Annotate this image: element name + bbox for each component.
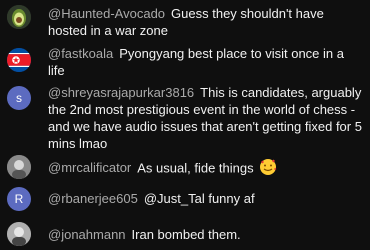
avatar[interactable] <box>7 222 31 246</box>
avocado-icon <box>7 5 31 29</box>
smiling-face-with-hearts-icon <box>259 158 277 180</box>
author-name[interactable]: @fastkoala <box>48 46 113 61</box>
author-name[interactable]: @shreyasrajapurkar3816 <box>48 85 194 100</box>
author-name[interactable]: @jonahmann <box>48 227 126 242</box>
north-korea-flag-icon <box>7 48 31 72</box>
message-text: As usual, fide things <box>137 160 254 176</box>
avatar-letter: R <box>14 192 24 206</box>
author-name[interactable]: @Haunted-Avocado <box>48 6 165 21</box>
avatar[interactable]: R <box>7 187 31 211</box>
avatar-letter: S <box>16 91 22 105</box>
avatar[interactable] <box>7 5 31 29</box>
avatar[interactable] <box>7 155 31 179</box>
message-text: Iran bombed them. <box>131 227 241 242</box>
avatar[interactable] <box>7 48 31 72</box>
message-text: @Just_Tal funny af <box>143 191 255 206</box>
live-chat: @Haunted-Avocado Guess they shouldn't hav… <box>0 0 370 250</box>
author-name[interactable]: @mrcalificator <box>48 160 131 175</box>
avatar[interactable]: S <box>7 86 31 110</box>
user-photo-icon <box>7 222 31 246</box>
author-name[interactable]: @rbanerjee605 <box>48 191 138 206</box>
user-photo-icon <box>7 155 31 179</box>
